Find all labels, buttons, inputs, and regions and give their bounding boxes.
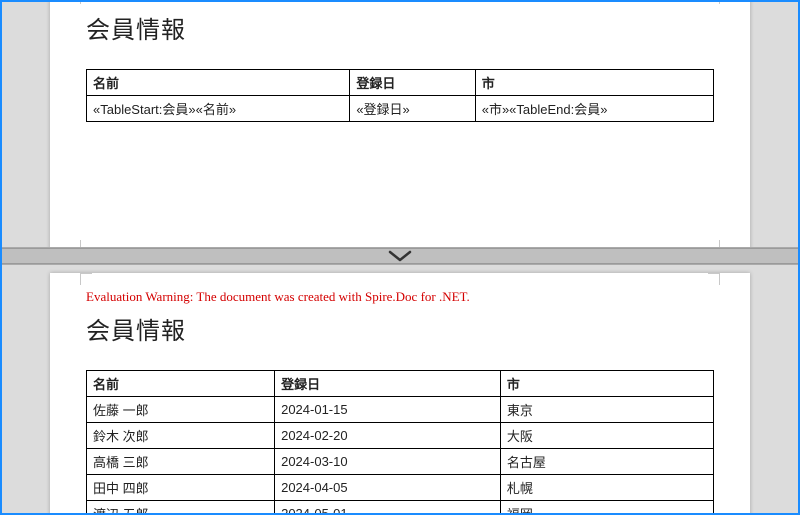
cell-city: 名古屋	[500, 449, 713, 475]
split-container: 会員情報 名前 登録日 市 «TableStart:会員»«名前» «登録	[2, 2, 798, 513]
table-row: 高橋 三郎2024-03-10名古屋	[87, 449, 714, 475]
result-page: Evaluation Warning: The document was cre…	[50, 273, 750, 513]
table-row: 鈴木 次郎2024-02-20大阪	[87, 423, 714, 449]
cell-city: 東京	[500, 397, 713, 423]
cell-reg_date: 2024-01-15	[275, 397, 501, 423]
template-cell-city: «市»«TableEnd:会員»	[475, 96, 713, 122]
cell-city: 福岡	[500, 501, 713, 514]
chevron-down-icon	[386, 249, 414, 263]
col-header-name: 名前	[87, 371, 275, 397]
col-header-regdate: 登録日	[275, 371, 501, 397]
table-row: 佐藤 一郎2024-01-15東京	[87, 397, 714, 423]
result-pane[interactable]: Evaluation Warning: The document was cre…	[2, 264, 798, 513]
evaluation-warning: Evaluation Warning: The document was cre…	[86, 289, 714, 305]
app-viewport: 会員情報 名前 登録日 市 «TableStart:会員»«名前» «登録	[0, 0, 800, 515]
cell-name: 高橋 三郎	[87, 449, 275, 475]
cell-reg_date: 2024-03-10	[275, 449, 501, 475]
cell-city: 大阪	[500, 423, 713, 449]
template-table: 名前 登録日 市 «TableStart:会員»«名前» «登録日» «市»«T…	[86, 69, 714, 122]
cell-name: 鈴木 次郎	[87, 423, 275, 449]
cell-reg_date: 2024-05-01	[275, 501, 501, 514]
col-header-regdate: 登録日	[350, 70, 475, 96]
table-header-row: 名前 登録日 市	[87, 371, 714, 397]
template-page: 会員情報 名前 登録日 市 «TableStart:会員»«名前» «登録	[50, 2, 750, 248]
table-header-row: 名前 登録日 市	[87, 70, 714, 96]
cell-reg_date: 2024-02-20	[275, 423, 501, 449]
table-row: 渡辺 五郎2024-05-01福岡	[87, 501, 714, 514]
table-row: 田中 四郎2024-04-05札幌	[87, 475, 714, 501]
cell-city: 札幌	[500, 475, 713, 501]
col-header-city: 市	[500, 371, 713, 397]
page-title: 会員情報	[86, 311, 714, 346]
sync-scroll-divider[interactable]	[2, 248, 798, 264]
template-cell-regdate: «登録日»	[350, 96, 475, 122]
cell-name: 佐藤 一郎	[87, 397, 275, 423]
crop-mark-icon	[702, 234, 720, 248]
page-title: 会員情報	[86, 10, 714, 45]
cell-name: 渡辺 五郎	[87, 501, 275, 514]
template-row: «TableStart:会員»«名前» «登録日» «市»«TableEnd:会…	[87, 96, 714, 122]
crop-mark-icon	[702, 2, 720, 10]
crop-mark-icon	[80, 234, 98, 248]
col-header-city: 市	[475, 70, 713, 96]
template-pane[interactable]: 会員情報 名前 登録日 市 «TableStart:会員»«名前» «登録	[2, 2, 798, 248]
col-header-name: 名前	[87, 70, 350, 96]
result-table: 名前 登録日 市 佐藤 一郎2024-01-15東京鈴木 次郎2024-02-2…	[86, 370, 714, 513]
template-cell-name: «TableStart:会員»«名前»	[87, 96, 350, 122]
crop-mark-icon	[80, 2, 98, 10]
cell-name: 田中 四郎	[87, 475, 275, 501]
cell-reg_date: 2024-04-05	[275, 475, 501, 501]
